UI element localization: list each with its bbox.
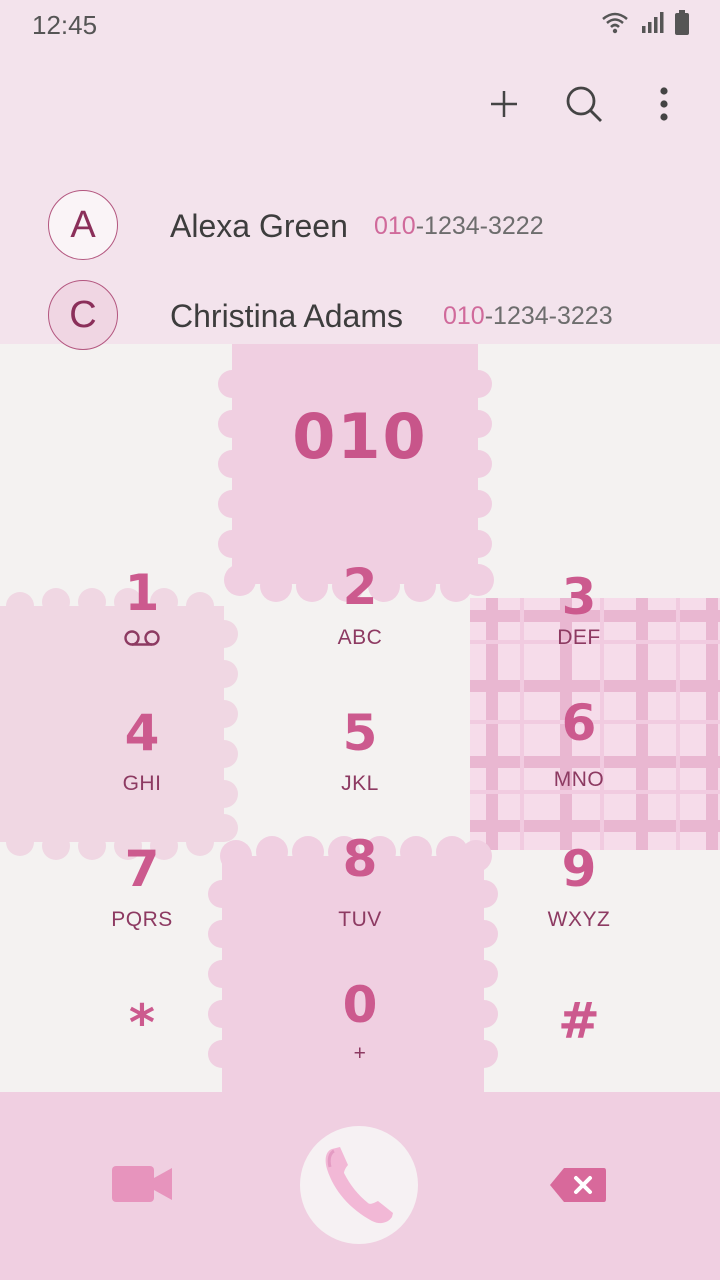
search-button[interactable] (564, 82, 604, 126)
contact-suggestion[interactable]: A Alexa Green 010-1234-3222 (0, 190, 720, 270)
key-1[interactable]: 1 (42, 566, 242, 686)
contact-number: 010-1234-3223 (443, 302, 613, 331)
key-digit: 7 (124, 840, 160, 898)
key-digit: 6 (561, 694, 597, 752)
wifi-icon (602, 12, 628, 34)
avatar: A (48, 190, 118, 260)
key-digit: 8 (342, 830, 378, 888)
key-letters: + (353, 1042, 367, 1065)
key-letters: WXYZ (547, 908, 611, 931)
voicemail-icon (42, 628, 242, 654)
add-icon (491, 91, 517, 117)
key-letters: JKL (341, 772, 379, 795)
dialed-number: 010 (292, 400, 428, 473)
search-icon (566, 86, 602, 122)
key-digit: 3 (561, 568, 597, 626)
key-digit: 5 (342, 704, 378, 762)
contact-name: Alexa Green (170, 208, 348, 244)
key-8[interactable]: 8 TUV (260, 832, 460, 952)
contact-name: Christina Adams (170, 298, 403, 334)
key-digit: # (558, 992, 600, 1050)
key-5[interactable]: 5 JKL (260, 706, 460, 826)
key-letters: PQRS (111, 908, 173, 931)
backspace-button[interactable] (548, 1166, 608, 1209)
key-3[interactable]: 3 DEF (479, 570, 679, 690)
key-7[interactable]: 7 PQRS (42, 842, 242, 962)
avatar: C (48, 280, 118, 350)
key-digit: * (128, 994, 156, 1052)
more-icon (660, 87, 668, 121)
key-digit: 4 (124, 704, 160, 762)
number-rest: -1234-3223 (484, 302, 613, 330)
key-letters: DEF (557, 626, 601, 649)
call-button[interactable] (300, 1126, 418, 1244)
number-match: 010 (374, 212, 416, 240)
video-call-button[interactable] (110, 1162, 174, 1211)
key-4[interactable]: 4 GHI (42, 706, 242, 826)
video-camera-icon (112, 1166, 172, 1202)
signal-icon (642, 12, 664, 33)
key-9[interactable]: 9 WXYZ (479, 842, 679, 962)
number-rest: -1234-3222 (415, 212, 544, 240)
key-0[interactable]: 0 + (260, 978, 460, 1098)
key-digit: 1 (124, 564, 160, 622)
key-6[interactable]: 6 MNO (479, 696, 679, 816)
status-time: 12:45 (32, 10, 98, 40)
status-bar: 12:45 (0, 0, 720, 50)
key-digit: 0 (342, 976, 378, 1034)
toolbar (484, 82, 684, 126)
battery-icon (675, 10, 689, 35)
number-match: 010 (443, 302, 485, 330)
phone-icon (325, 1147, 393, 1224)
contact-number: 010-1234-3222 (374, 212, 544, 241)
key-letters: GHI (122, 772, 162, 795)
key-letters: TUV (338, 908, 382, 931)
key-letters: MNO (553, 768, 605, 791)
status-icons (600, 10, 690, 36)
key-digit: 2 (342, 558, 378, 616)
backspace-icon (550, 1168, 606, 1202)
key-2[interactable]: 2 ABC (260, 560, 460, 680)
add-contact-button[interactable] (484, 82, 524, 126)
key-digit: 9 (561, 840, 597, 898)
key-letters: ABC (337, 626, 383, 649)
more-options-button[interactable] (644, 82, 684, 126)
